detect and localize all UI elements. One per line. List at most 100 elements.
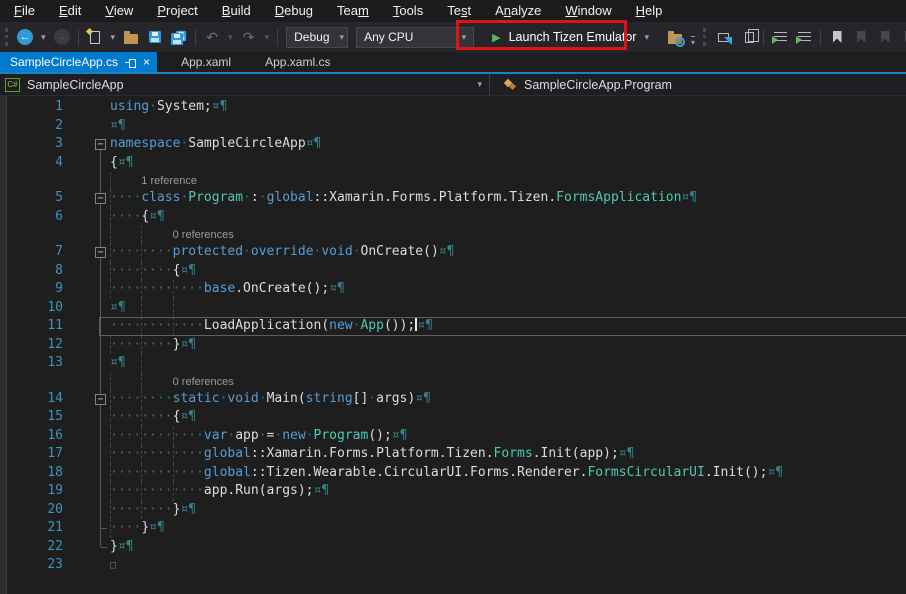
- line-number[interactable]: 1: [0, 98, 63, 117]
- codelens-row[interactable]: 0 references: [0, 373, 906, 390]
- line-number[interactable]: 10: [0, 299, 63, 318]
- menu-build[interactable]: Build: [210, 1, 263, 21]
- codelens-references[interactable]: 1 reference: [110, 175, 197, 187]
- line-number[interactable]: 14: [0, 390, 63, 409]
- code-content[interactable]: 0 references: [110, 373, 906, 390]
- code-line-16[interactable]: 16 ············var·app·=·new·Program();¤¶: [0, 427, 906, 446]
- decrease-indent-button[interactable]: [772, 26, 788, 48]
- clear-bookmarks-button[interactable]: [901, 26, 906, 48]
- line-number[interactable]: 3: [0, 135, 63, 154]
- toolbar-drag-handle[interactable]: [703, 28, 707, 46]
- code-line-9[interactable]: 9············base.OnCreate();¤¶: [0, 280, 906, 299]
- code-line-13[interactable]: 13¤¶: [0, 354, 906, 373]
- codelens-row[interactable]: 0 references: [0, 226, 906, 243]
- navigate-to-button[interactable]: [715, 26, 731, 48]
- codelens-references[interactable]: 0 references: [110, 229, 234, 241]
- code-content[interactable]: ············LoadApplication(new·App());¤…: [110, 317, 906, 336]
- code-content[interactable]: ····}¤¶: [110, 519, 906, 538]
- menu-analyze[interactable]: Analyze: [483, 1, 553, 21]
- tab-samplecircleapp-cs[interactable]: SampleCircleApp.cs×: [0, 52, 157, 72]
- line-number[interactable]: 5: [0, 189, 63, 208]
- code-content[interactable]: ········}¤¶: [110, 501, 906, 520]
- code-editor[interactable]: 1using·System;¤¶2¤¶3−namespace·SampleCir…: [0, 96, 906, 594]
- code-content[interactable]: ········protected·override·void·OnCreate…: [110, 243, 906, 262]
- code-content[interactable]: ········{¤¶: [110, 408, 906, 427]
- code-content[interactable]: {¤¶: [110, 154, 906, 173]
- code-content[interactable]: ············global::Xamarin.Forms.Platfo…: [110, 445, 906, 464]
- menu-edit[interactable]: Edit: [47, 1, 93, 21]
- line-number[interactable]: 2: [0, 117, 63, 136]
- navigate-back-dropdown[interactable]: ▾: [41, 32, 46, 43]
- code-content[interactable]: ············var·app·=·new·Program();¤¶: [110, 427, 906, 446]
- menu-team[interactable]: Team: [325, 1, 381, 21]
- previous-bookmark-button[interactable]: [853, 26, 869, 48]
- line-number[interactable]: 16: [0, 427, 63, 446]
- open-file-button[interactable]: [123, 26, 139, 48]
- code-line-12[interactable]: 12········}¤¶: [0, 336, 906, 355]
- code-line-7[interactable]: 7 −········protected·override·void·OnCrea…: [0, 243, 906, 262]
- codelens-references[interactable]: 0 references: [110, 376, 234, 388]
- code-line-21[interactable]: 21 ····}¤¶: [0, 519, 906, 538]
- line-number[interactable]: 6: [0, 208, 63, 227]
- fold-collapse-button[interactable]: −: [95, 247, 106, 258]
- code-content[interactable]: 0 references: [110, 226, 906, 243]
- fold-collapse-button[interactable]: −: [95, 193, 106, 204]
- code-content[interactable]: }¤¶: [110, 538, 906, 557]
- navigate-forward-button[interactable]: →: [54, 26, 70, 48]
- code-content[interactable]: ············global::Tizen.Wearable.Circu…: [110, 464, 906, 483]
- menu-window[interactable]: Window: [553, 1, 623, 21]
- project-dropdown[interactable]: C# SampleCircleApp ▾: [0, 74, 490, 95]
- new-item-dropdown[interactable]: ▾: [111, 32, 116, 43]
- line-number[interactable]: [0, 172, 63, 189]
- toolbar-drag-handle[interactable]: [5, 28, 9, 46]
- line-number[interactable]: 20: [0, 501, 63, 520]
- menu-debug[interactable]: Debug: [263, 1, 325, 21]
- line-number[interactable]: 22: [0, 538, 63, 557]
- redo-button[interactable]: ↷: [241, 26, 257, 48]
- toggle-bookmark-button[interactable]: [829, 26, 845, 48]
- launch-tizen-emulator-button[interactable]: ▶ Launch Tizen Emulator ▾: [482, 25, 659, 49]
- member-dropdown[interactable]: SampleCircleApp.Program: [490, 74, 906, 95]
- launch-target-dropdown[interactable]: ▾: [644, 32, 649, 43]
- menu-project[interactable]: Project: [145, 1, 209, 21]
- fold-collapse-button[interactable]: −: [95, 394, 106, 405]
- line-number[interactable]: [0, 373, 63, 390]
- menu-test[interactable]: Test: [435, 1, 483, 21]
- line-number[interactable]: 21: [0, 519, 63, 538]
- line-number[interactable]: 15: [0, 408, 63, 427]
- line-number[interactable]: 4: [0, 154, 63, 173]
- code-line-11[interactable]: 11 ············LoadApplication(new·App())…: [0, 317, 906, 336]
- tab-app-xaml-cs[interactable]: App.xaml.cs: [255, 52, 340, 72]
- line-number[interactable]: 18: [0, 464, 63, 483]
- code-content[interactable]: namespace·SampleCircleApp¤¶: [110, 135, 906, 154]
- code-content[interactable]: ¤¶: [110, 117, 906, 136]
- line-number[interactable]: 8: [0, 262, 63, 281]
- code-content[interactable]: ············base.OnCreate();¤¶: [110, 280, 906, 299]
- undo-dropdown[interactable]: ▾: [228, 32, 233, 43]
- code-content[interactable]: ········}¤¶: [110, 336, 906, 355]
- close-icon[interactable]: ×: [143, 57, 150, 68]
- toolbar-overflow-button[interactable]: ▾: [691, 36, 695, 47]
- increase-indent-button[interactable]: [796, 26, 812, 48]
- code-line-2[interactable]: 2 ¤¶: [0, 117, 906, 136]
- tab-app-xaml[interactable]: App.xaml: [171, 52, 241, 72]
- code-line-22[interactable]: 22 }¤¶: [0, 538, 906, 557]
- line-number[interactable]: [0, 226, 63, 243]
- code-content[interactable]: ············app.Run(args);¤¶: [110, 482, 906, 501]
- solution-configuration-dropdown[interactable]: Debug ▾: [286, 27, 348, 48]
- code-line-23[interactable]: 23□: [0, 556, 906, 575]
- code-line-17[interactable]: 17 ············global::Xamarin.Forms.Plat…: [0, 445, 906, 464]
- code-line-4[interactable]: 4 {¤¶: [0, 154, 906, 173]
- line-number[interactable]: 19: [0, 482, 63, 501]
- save-button[interactable]: [147, 26, 163, 48]
- line-number[interactable]: 7: [0, 243, 63, 262]
- code-line-5[interactable]: 5−····class·Program·:·global::Xamarin.Fo…: [0, 189, 906, 208]
- menu-file[interactable]: File: [2, 1, 47, 21]
- fold-collapse-button[interactable]: −: [95, 139, 106, 150]
- line-number[interactable]: 11: [0, 317, 63, 336]
- find-all-references-button[interactable]: [739, 26, 755, 48]
- menu-tools[interactable]: Tools: [381, 1, 435, 21]
- code-line-14[interactable]: 14−········static·void·Main(string[]·arg…: [0, 390, 906, 409]
- navigate-back-button[interactable]: ←: [17, 26, 33, 48]
- line-number[interactable]: 17: [0, 445, 63, 464]
